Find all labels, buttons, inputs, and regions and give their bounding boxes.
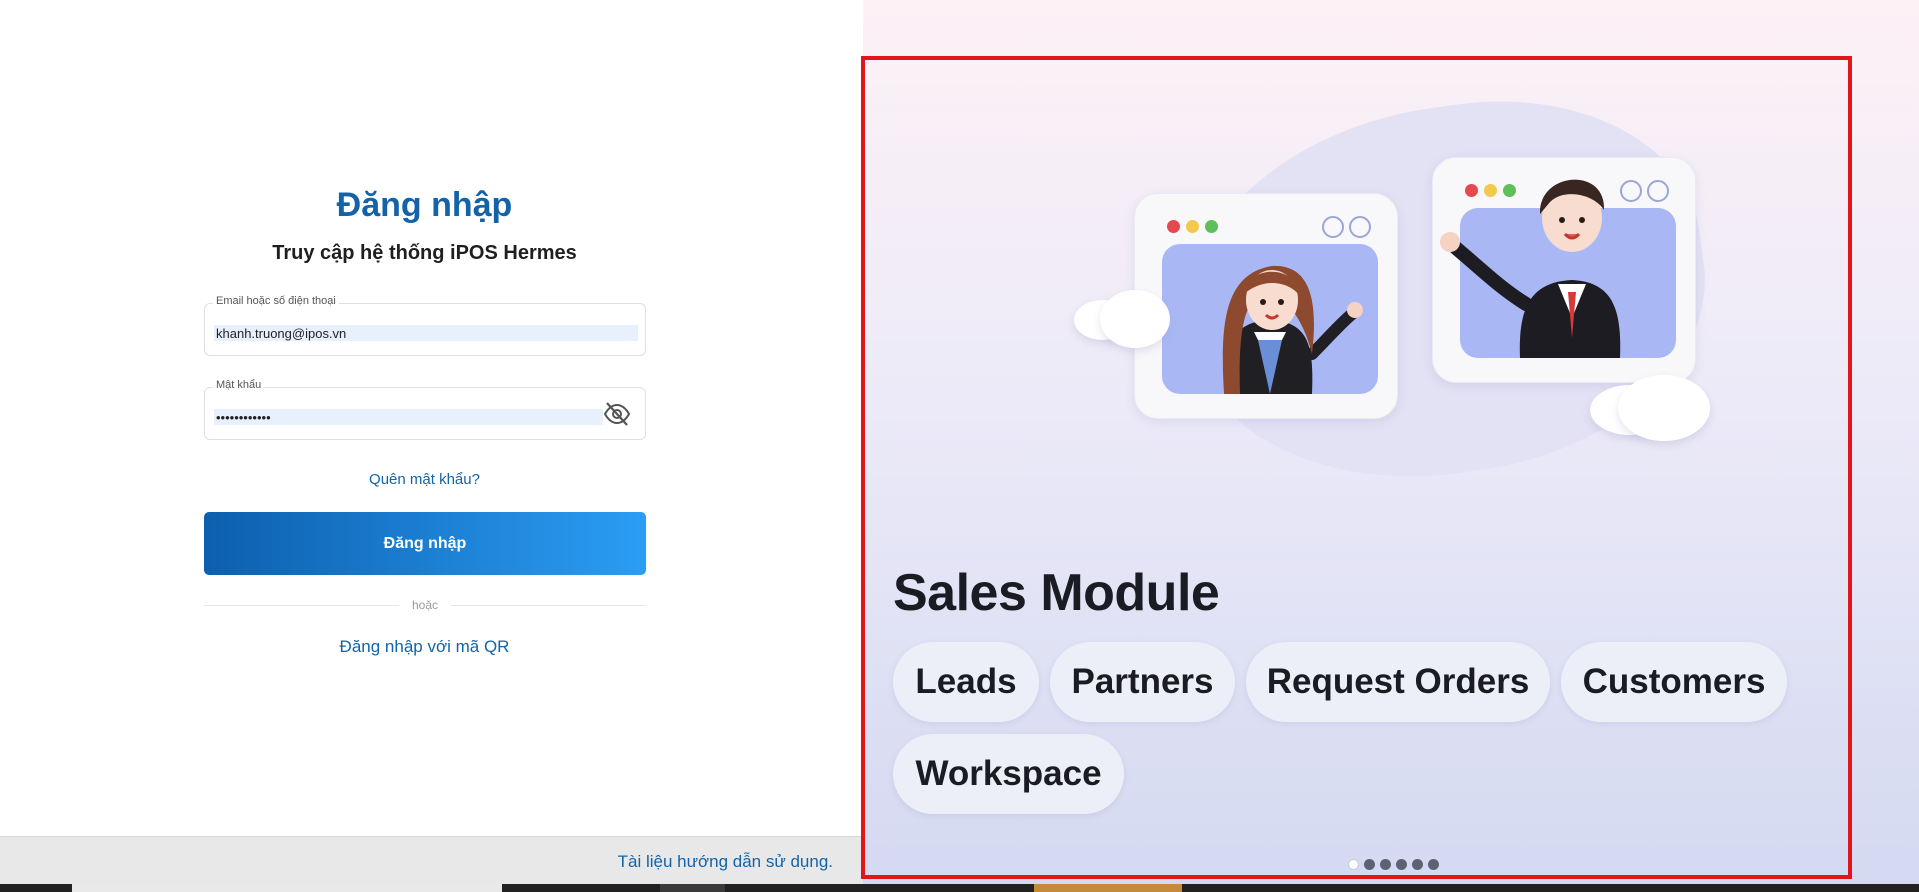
taskbar-segment <box>660 884 725 892</box>
highlight-frame <box>861 56 1852 879</box>
or-divider: hoặc <box>204 598 646 614</box>
or-label: hoặc <box>405 598 445 612</box>
login-title: Đăng nhập <box>336 186 513 224</box>
login-panel: Đăng nhập Truy cập hệ thống iPOS Hermes … <box>0 0 863 836</box>
or-text: hoặc <box>204 598 646 612</box>
login-button[interactable]: Đăng nhập <box>204 512 646 575</box>
login-subtitle: Truy cập hệ thống iPOS Hermes <box>272 242 577 264</box>
eye-off-icon[interactable] <box>603 401 631 427</box>
password-field[interactable]: Mật khẩu <box>204 379 646 440</box>
email-field[interactable]: Email hoặc số điện thoại <box>204 295 646 356</box>
taskbar-strip <box>0 884 1919 892</box>
email-label: Email hoặc số điện thoại <box>213 295 339 307</box>
user-guide-link[interactable]: Tài liệu hướng dẫn sử dụng. <box>618 852 833 872</box>
login-page: Đăng nhập Truy cập hệ thống iPOS Hermes … <box>0 0 1919 892</box>
footer-bar: Tài liệu hướng dẫn sử dụng. <box>0 836 863 884</box>
qr-login-link[interactable]: Đăng nhập với mã QR <box>0 637 849 657</box>
forgot-password-link[interactable]: Quên mật khẩu? <box>0 471 849 488</box>
taskbar-segment <box>1034 884 1182 892</box>
password-label: Mật khẩu <box>213 379 265 391</box>
email-input[interactable] <box>214 325 638 341</box>
taskbar-segment <box>72 884 502 892</box>
password-input[interactable] <box>214 409 603 425</box>
